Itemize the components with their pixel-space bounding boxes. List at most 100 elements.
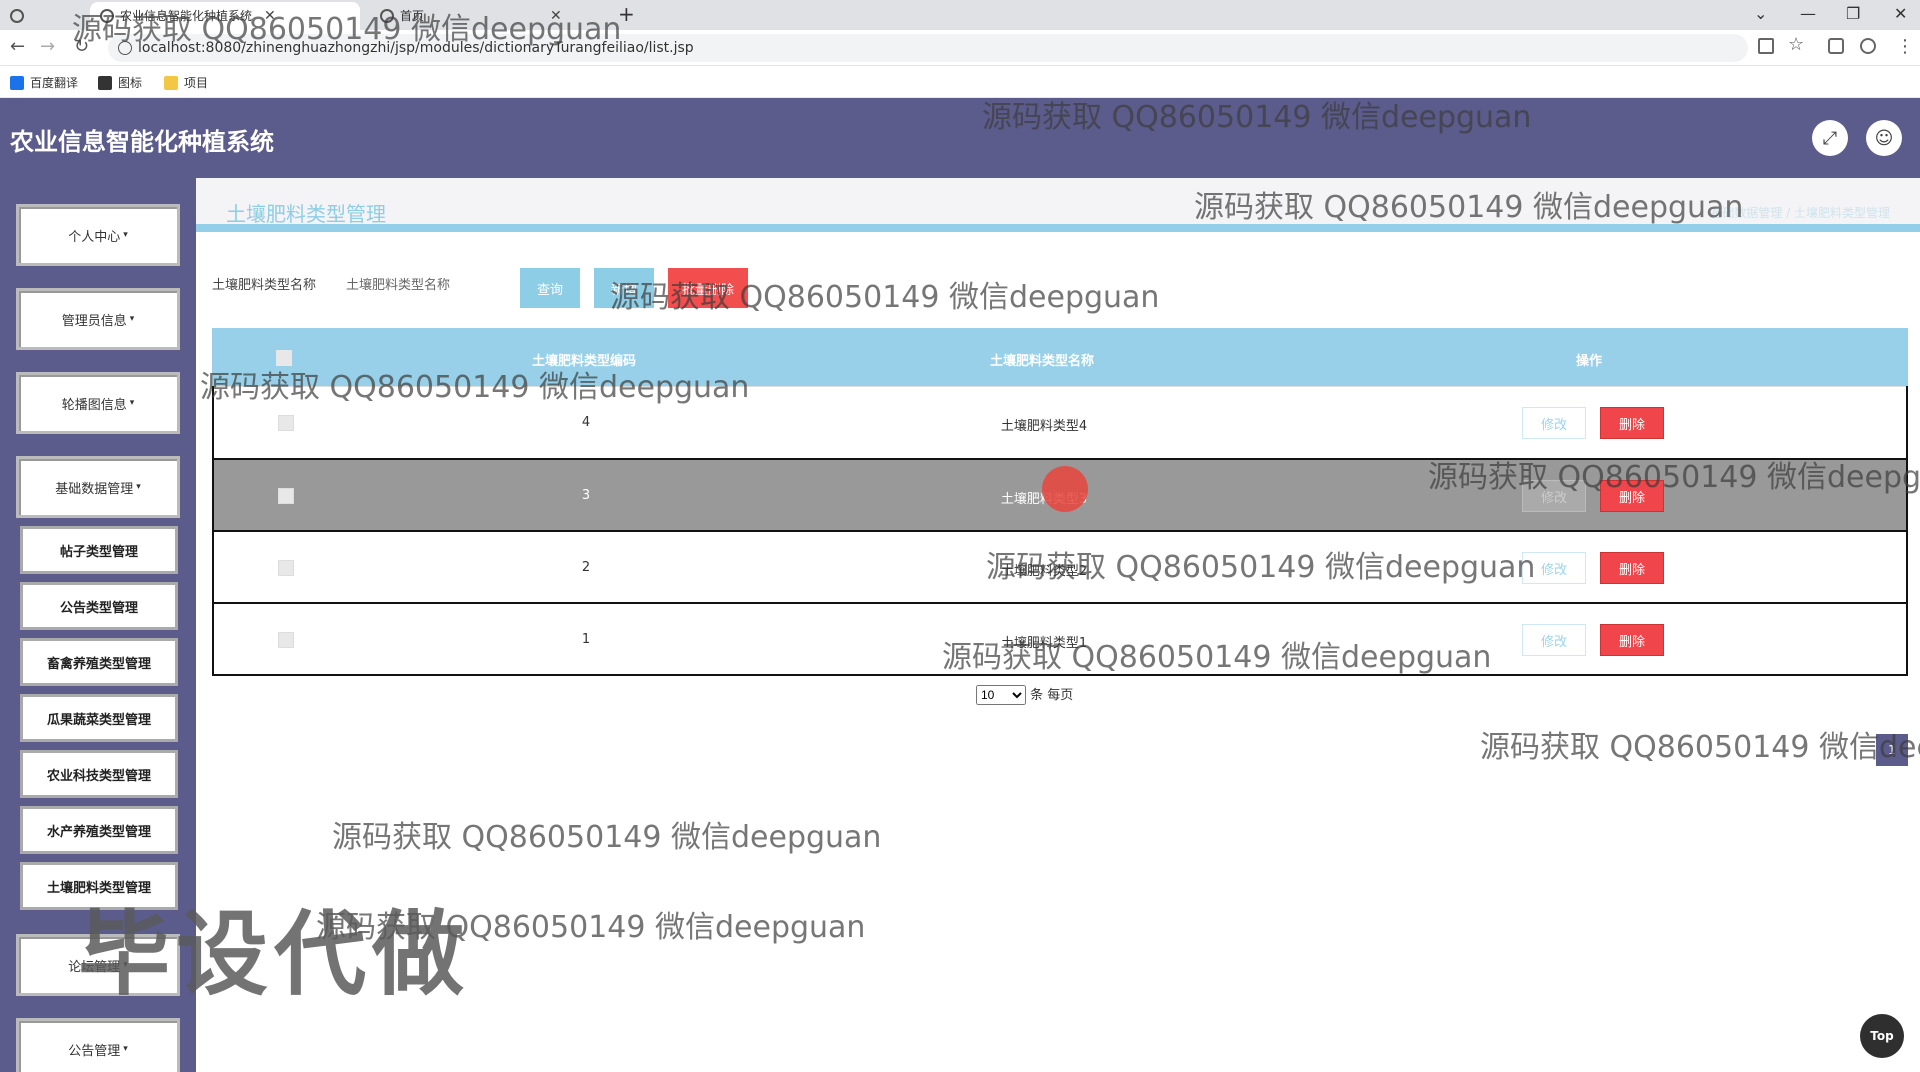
browser-tabbar: 农业信息智能化种植系统 ✕ 首页 ✕ + ⌄ — ❐ ✕: [0, 0, 1920, 30]
info-icon[interactable]: [118, 41, 132, 55]
sidebar-subitem-label: 帖子类型管理: [59, 544, 138, 560]
caret-down-icon: ▾: [136, 482, 141, 492]
bookmark-label: 项目: [184, 76, 209, 90]
column-header-code: 土壤肥料类型编码: [531, 354, 637, 369]
edit-button[interactable]: 修改: [1522, 552, 1586, 584]
sidebar-subitem-label: 公告类型管理: [59, 600, 138, 616]
minimize-button[interactable]: —: [1800, 4, 1816, 23]
close-icon[interactable]: ✕: [550, 3, 562, 29]
close-icon[interactable]: ✕: [264, 3, 276, 29]
restore-button[interactable]: ❐: [1846, 4, 1860, 23]
watermark-big: 毕设代做: [78, 901, 471, 1008]
page-size-select[interactable]: 10: [976, 685, 1026, 705]
sidebar-item-carousel[interactable]: 轮播图信息 ▾: [16, 372, 180, 434]
sidebar-subitem-livestock-type[interactable]: 畜禽养殖类型管理: [20, 638, 178, 686]
table-row[interactable]: 2 土壤肥料类型2 修改 删除: [214, 530, 1906, 602]
cell-name: 土壤肥料类型2: [1000, 564, 1088, 579]
sidebar-item-admin-info[interactable]: 管理员信息 ▾: [16, 288, 180, 350]
window-close-button[interactable]: ✕: [1894, 4, 1907, 23]
page-number-button[interactable]: 1: [1876, 734, 1908, 766]
sidebar-subitem-agri-tech-type[interactable]: 农业科技类型管理: [20, 750, 178, 798]
search-label: 土壤肥料类型名称: [212, 278, 317, 293]
bookmark-baidu-translate[interactable]: 百度翻译: [10, 74, 78, 91]
sidepanel-icon[interactable]: [1828, 38, 1844, 54]
row-checkbox[interactable]: [278, 415, 294, 431]
cell-name: 土壤肥料类型1: [1000, 636, 1088, 651]
new-tab-button[interactable]: +: [618, 2, 635, 26]
share-icon[interactable]: [1758, 38, 1774, 54]
sidebar-item-notice[interactable]: 公告管理 ▾: [16, 1018, 180, 1072]
sidebar-item-label: 公告管理: [68, 1043, 121, 1059]
sidebar-item-personal-center[interactable]: 个人中心 ▾: [16, 204, 180, 266]
bookmark-label: 图标: [118, 76, 143, 90]
sidebar-subitem-label: 农业科技类型管理: [46, 768, 151, 784]
column-header-actions: 操作: [1575, 354, 1603, 369]
cell-code: 4: [581, 415, 591, 430]
breadcrumb[interactable]: 基础数据管理 / 土壤肥料类型管理: [1710, 204, 1890, 221]
table-row[interactable]: 1 土壤肥料类型1 修改 删除: [214, 602, 1906, 674]
edit-button[interactable]: 修改: [1522, 480, 1586, 512]
tab-home[interactable]: 首页 ✕: [370, 2, 600, 30]
kebab-menu-icon[interactable]: ⋮: [1896, 36, 1914, 57]
sidebar-subitem-aquaculture-type[interactable]: 水产养殖类型管理: [20, 806, 178, 854]
reload-button[interactable]: ↻: [74, 36, 89, 57]
cell-name: 土壤肥料类型4: [1000, 419, 1088, 434]
add-button[interactable]: 新增: [594, 268, 654, 308]
url-input[interactable]: localhost:8080/zhinenghuazhongzhi/jsp/mo…: [108, 34, 1748, 62]
sidebar-item-label: 管理员信息: [61, 313, 127, 329]
bookmarks-bar: 百度翻译 图标 项目: [0, 66, 1920, 98]
pagination: 10 条 每页: [976, 684, 1073, 705]
caret-down-icon: ▾: [123, 1044, 128, 1054]
profile-icon[interactable]: [1860, 38, 1876, 54]
star-icon[interactable]: ☆: [1788, 34, 1804, 55]
row-checkbox[interactable]: [278, 632, 294, 648]
sidebar-subitem-label: 畜禽养殖类型管理: [46, 656, 151, 672]
row-checkbox[interactable]: [278, 560, 294, 576]
table-body: 4 土壤肥料类型4 修改 删除 3 土壤肥料类型3 修改 删除 2 土壤肥料类型…: [212, 386, 1908, 676]
cell-code: 3: [581, 488, 591, 503]
back-button[interactable]: ←: [10, 36, 25, 57]
query-button[interactable]: 查询: [520, 268, 580, 308]
translate-icon: [10, 75, 24, 90]
edit-button[interactable]: 修改: [1522, 407, 1586, 439]
table-header: 土壤肥料类型编码 土壤肥料类型名称 操作: [212, 328, 1908, 386]
delete-button[interactable]: 删除: [1600, 407, 1664, 439]
bookmark-project[interactable]: 项目: [164, 74, 208, 91]
mouse-cursor-highlight: [1042, 466, 1088, 512]
browser-menu-icon[interactable]: [0, 2, 34, 30]
sidebar-item-label: 轮播图信息: [61, 397, 127, 413]
batch-delete-button[interactable]: 批量删除: [668, 268, 748, 308]
select-all-checkbox[interactable]: [276, 350, 292, 366]
cell-code: 2: [581, 560, 591, 575]
tab-app[interactable]: 农业信息智能化种植系统 ✕: [90, 2, 360, 30]
sidebar-subitem-post-type[interactable]: 帖子类型管理: [20, 526, 178, 574]
delete-button[interactable]: 删除: [1600, 552, 1664, 584]
back-to-top-button[interactable]: Top: [1860, 1014, 1904, 1058]
caret-down-icon: ▾: [123, 230, 128, 240]
caret-down-icon: ▾: [129, 398, 135, 408]
sidebar-subitem-notice-type[interactable]: 公告类型管理: [20, 582, 178, 630]
table-row[interactable]: 4 土壤肥料类型4 修改 删除: [214, 386, 1906, 458]
chevron-down-icon[interactable]: ⌄: [1754, 4, 1767, 23]
delete-button[interactable]: 删除: [1600, 624, 1664, 656]
sidebar-item-basic-data[interactable]: 基础数据管理 ▾: [16, 456, 180, 518]
sidebar-subitem-fruit-veg-type[interactable]: 瓜果蔬菜类型管理: [20, 694, 178, 742]
bookmark-icons[interactable]: 图标: [98, 74, 142, 91]
forward-button[interactable]: →: [40, 36, 55, 57]
cell-code: 1: [581, 632, 591, 647]
sidebar-item-label: 个人中心: [68, 229, 121, 245]
globe-icon: [100, 9, 114, 23]
row-checkbox[interactable]: [278, 488, 294, 504]
delete-button[interactable]: 删除: [1600, 480, 1664, 512]
sidebar-subitem-label: 水产养殖类型管理: [46, 824, 151, 840]
fullscreen-icon[interactable]: ⤢: [1812, 120, 1848, 156]
app-header: 农业信息智能化种植系统 ⤢ ☺: [0, 98, 1920, 178]
address-bar: ← → ↻ localhost:8080/zhinenghuazhongzhi/…: [0, 30, 1920, 66]
user-icon[interactable]: ☺: [1866, 120, 1902, 156]
url-text: localhost:8080/zhinenghuazhongzhi/jsp/mo…: [138, 40, 694, 56]
edit-button[interactable]: 修改: [1522, 624, 1586, 656]
image-icon: [98, 75, 112, 90]
search-input[interactable]: 土壤肥料类型名称: [346, 274, 450, 293]
search-form: 土壤肥料类型名称 土壤肥料类型名称 查询 新增 批量删除: [212, 268, 1812, 308]
page-size-suffix: 条 每页: [1030, 688, 1074, 703]
